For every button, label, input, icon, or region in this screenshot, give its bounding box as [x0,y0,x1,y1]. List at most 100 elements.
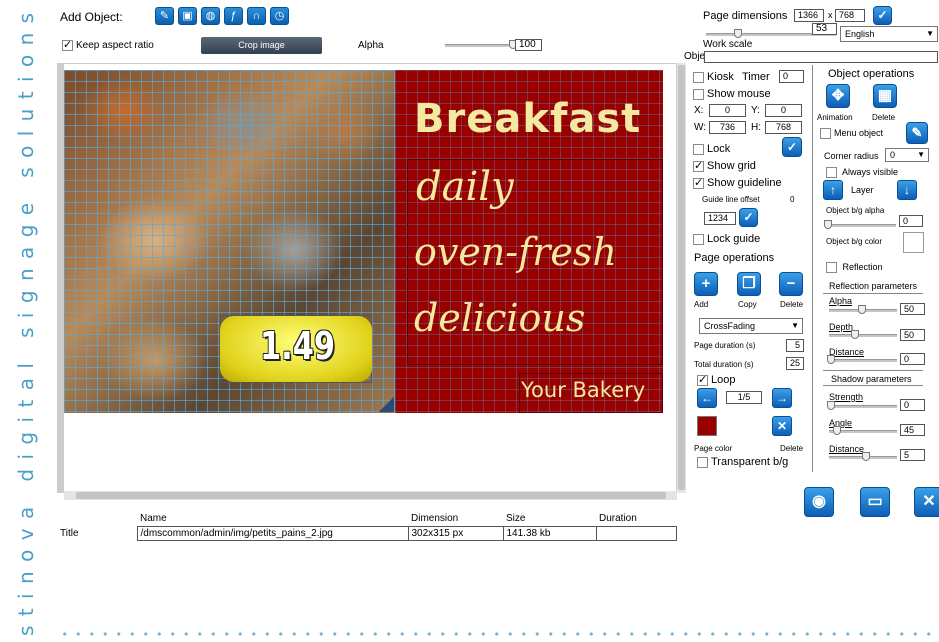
page-dimensions-label: Page dimensions [703,10,788,22]
strength-value[interactable]: 0 [900,399,925,411]
add-image-icon[interactable]: ▣ [178,7,197,25]
y-input[interactable]: 0 [765,104,802,117]
strength-thumb[interactable] [827,401,835,410]
save-icon[interactable]: ▭ [860,487,890,517]
add-flash-icon[interactable]: ƒ [224,7,243,25]
lock-checkbox[interactable]: Lock [693,143,730,155]
crop-image-button[interactable]: Crop image [201,37,322,54]
depth-slider[interactable] [829,334,897,337]
check-icon [62,38,73,51]
object-name-input[interactable] [704,51,938,63]
h-input[interactable]: 768 [765,121,802,134]
apply-position-icon[interactable]: ✓ [782,137,802,157]
transition-select[interactable]: CrossFading ▼ [699,318,803,334]
alpha-value[interactable]: 100 [515,39,542,51]
bakery-name[interactable]: Your Bakery [521,378,645,402]
reflection-alpha-value[interactable]: 50 [900,303,925,315]
price-text[interactable]: 1.49 [260,324,335,368]
tagline-delicious[interactable]: delicious [414,296,585,340]
menu-object-checkbox[interactable]: Menu object [820,128,883,140]
show-mouse-checkbox[interactable]: Show mouse [693,88,771,100]
chevron-down-icon: ▼ [791,321,799,330]
timer-label: Timer [742,71,770,83]
depth-thumb[interactable] [851,330,859,339]
reflection-alpha-thumb[interactable] [858,305,866,314]
horizontal-scrollbar-thumb[interactable] [76,492,666,499]
delete-page-icon[interactable]: − [779,272,803,296]
reflection-checkbox[interactable]: Reflection [826,262,883,274]
depth-value[interactable]: 50 [900,329,925,341]
section-divider [823,293,923,294]
keep-aspect-checkbox[interactable]: Keep aspect ratio [62,38,154,51]
next-page-icon[interactable]: → [772,388,792,408]
add-rss-icon[interactable]: ∩ [247,7,266,25]
transparent-bg-checkbox[interactable]: Transparent b/g [697,456,788,468]
bg-color-label: Object b/g color [826,237,883,246]
page-indicator: 1/5 [726,391,762,404]
add-text-icon[interactable]: ✎ [155,7,174,25]
left-scrollbar[interactable] [57,63,64,493]
shadow-distance-value[interactable]: 5 [900,449,925,461]
bg-color-swatch[interactable] [903,232,924,253]
wrench-icon[interactable]: ✎ [906,122,928,144]
add-clock-icon[interactable]: ◷ [270,7,289,25]
x-input[interactable]: 0 [709,104,746,117]
distance-value[interactable]: 0 [900,353,925,365]
distance-slider[interactable] [829,359,897,362]
bg-alpha-value[interactable]: 0 [899,215,923,227]
show-guideline-checkbox[interactable]: Show guideline [693,176,782,189]
lock-guide-checkbox[interactable]: Lock guide [693,233,760,245]
alpha-slider[interactable] [445,44,515,47]
copy-page-icon[interactable]: ❐ [737,272,761,296]
page-duration-input[interactable]: 5 [786,339,804,352]
angle-thumb[interactable] [833,426,841,435]
work-scale-thumb[interactable] [734,29,742,38]
add-page-icon[interactable]: + [694,272,718,296]
layer-up-icon[interactable]: ↑ [823,180,843,200]
checkbox-icon [826,262,837,274]
preview-icon[interactable]: ◉ [804,487,834,517]
corner-radius-select[interactable]: 0 ▼ [885,148,929,162]
checkbox-icon [820,128,831,140]
guide-position-input[interactable]: 1234 [704,212,736,225]
checkbox-icon [697,456,708,468]
prev-page-icon[interactable]: ← [697,388,717,408]
apply-guide-icon[interactable]: ✓ [739,208,758,227]
resize-handle-icon[interactable] [379,397,394,412]
show-grid-checkbox[interactable]: Show grid [693,159,756,172]
close-icon[interactable]: ✕ [914,487,939,517]
corner-radius-label: Corner radius [824,151,879,161]
distance-thumb[interactable] [827,355,835,364]
apply-dimensions-icon[interactable]: ✓ [873,6,892,25]
page-height-input[interactable]: 768 [835,9,865,22]
shadow-distance-thumb[interactable] [862,452,870,461]
language-select[interactable]: English ▼ [840,26,938,42]
panel-divider [812,65,813,472]
bg-alpha-slider[interactable] [826,224,896,227]
delete-color-icon[interactable]: ✕ [772,416,792,436]
page-color-swatch[interactable] [697,416,717,436]
tagline-daily[interactable]: daily [416,164,514,210]
angle-value[interactable]: 45 [900,424,925,436]
check-icon [693,159,704,172]
work-scale-value[interactable]: 53 [812,23,837,35]
check-icon [693,176,704,189]
headline-text[interactable]: Breakfast [414,96,641,142]
page-width-input[interactable]: 1366 [794,9,824,22]
always-visible-checkbox[interactable]: Always visible [826,167,898,179]
loop-checkbox[interactable]: Loop [697,373,735,386]
layer-down-icon[interactable]: ↓ [897,180,917,200]
page-canvas[interactable]: Breakfast daily oven-fresh delicious You… [64,70,663,413]
vertical-scrollbar-thumb[interactable] [678,65,685,490]
strength-slider[interactable] [829,405,897,408]
tagline-oven-fresh[interactable]: oven-fresh [414,230,617,274]
delete-object-icon[interactable]: ▦ [873,84,897,108]
add-web-icon[interactable]: ◍ [201,7,220,25]
bg-alpha-thumb[interactable] [824,220,832,229]
kiosk-checkbox[interactable]: Kiosk [693,71,734,83]
guide-offset-value: 0 [790,195,795,204]
w-input[interactable]: 736 [709,121,746,134]
timer-input[interactable]: 0 [779,70,804,83]
animation-icon[interactable]: ✥ [826,84,850,108]
checkbox-icon [693,71,704,83]
